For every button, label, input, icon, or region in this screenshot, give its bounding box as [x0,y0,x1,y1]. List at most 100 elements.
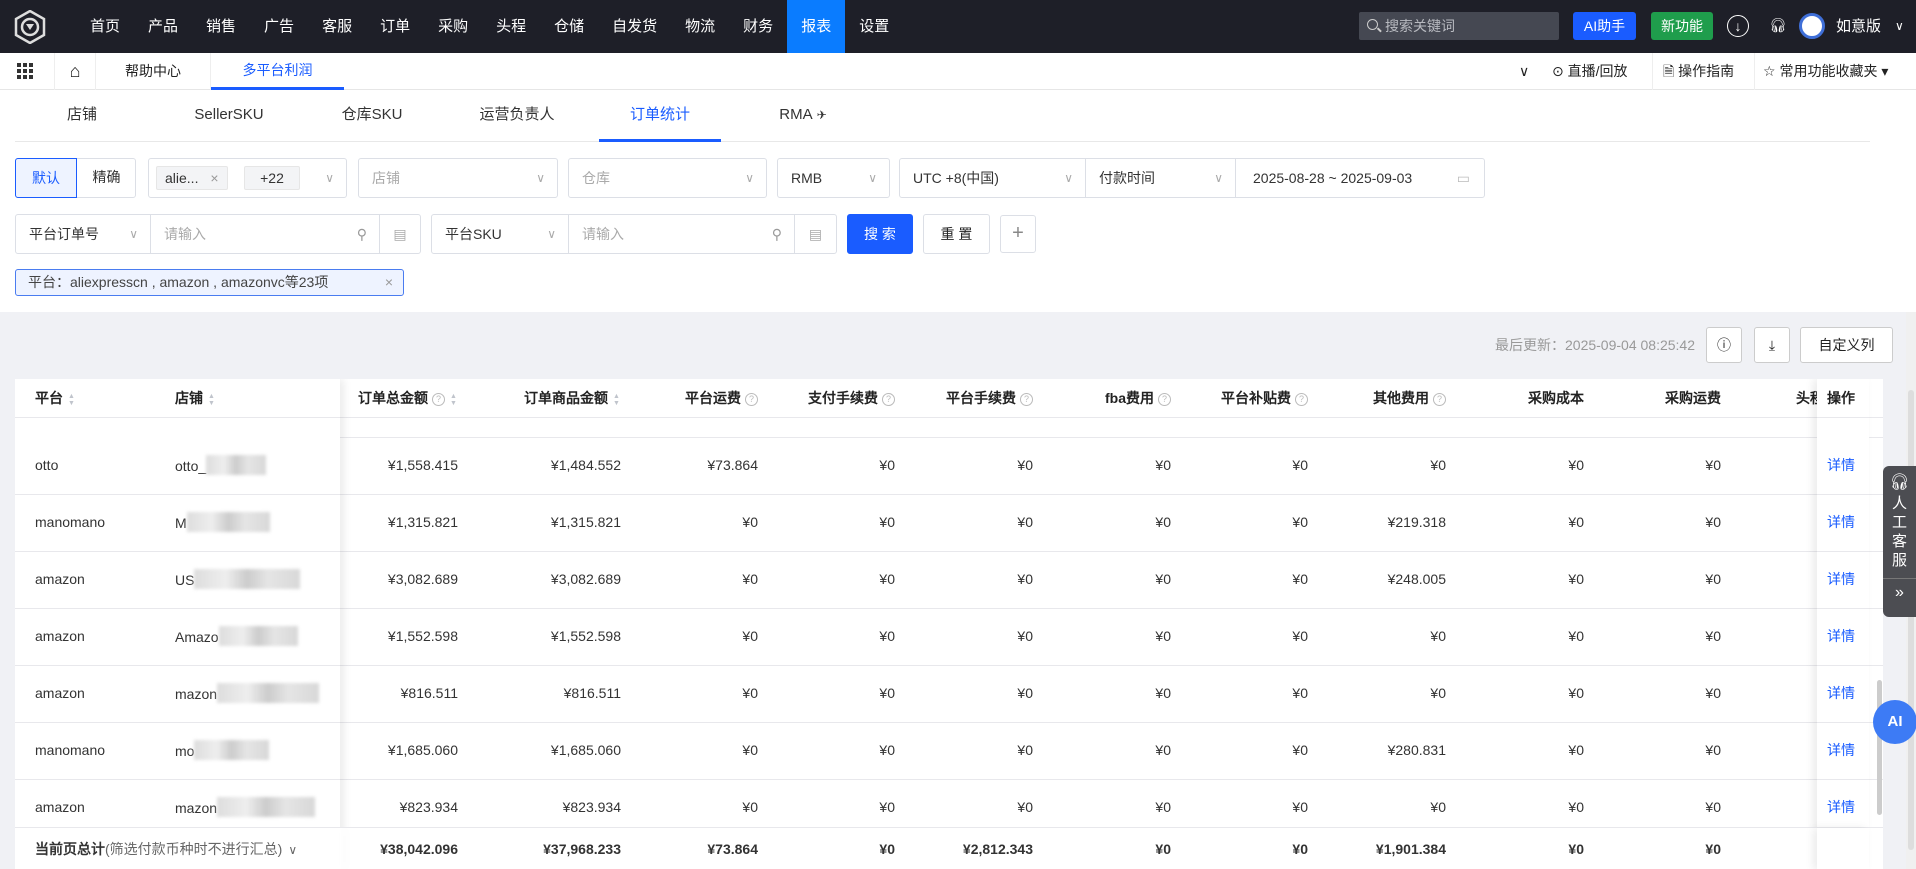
help-icon[interactable]: ? [1295,393,1308,406]
live-replay-link[interactable]: ⊙ 直播/回放 [1552,53,1628,90]
help-icon[interactable]: ? [1433,393,1446,406]
tab-help-center[interactable]: 帮助中心 [96,53,211,90]
customer-service-panel[interactable]: 🎧︎ 人工客服 » [1883,466,1916,617]
sort-icon[interactable]: ▲ ▼ [68,393,76,407]
total-label[interactable]: 当前页总计(筛选付款币种时不进行汇总) ∨ [35,839,297,860]
subtab-item[interactable]: SellerSKU [168,90,290,142]
nav-item[interactable]: 仓储 [540,0,598,53]
new-features-button[interactable]: 新功能 [1651,12,1713,40]
subtab-item[interactable]: RMA ✈ [742,90,864,142]
reset-button[interactable]: 重 置 [923,214,990,254]
favorites-link[interactable]: ☆ 常用功能收藏夹 ▾ [1754,53,1888,90]
detail-link[interactable]: 详情 [1827,797,1855,817]
subtab-item[interactable]: 店铺 [21,90,143,142]
ai-float-button[interactable]: AI [1873,700,1916,744]
ai-assistant-button[interactable]: AI助手 [1573,12,1636,40]
headset-icon[interactable]: 🎧︎ [1767,15,1789,37]
detail-link[interactable]: 详情 [1827,455,1855,475]
value-cell: ¥1,552.598 [387,628,458,644]
info-icon[interactable]: ⓘ [1706,327,1742,363]
order-no-type-select[interactable]: 平台订单号 [15,214,151,254]
column-header[interactable]: 店铺 ▲ ▼ [175,379,216,417]
sku-input[interactable]: 请输入 ⚲ [568,214,795,254]
value-cell: ¥0 [879,457,895,473]
subtab-item[interactable]: 订单统计 [599,90,721,142]
chevron-down-icon [1214,159,1223,197]
nav-item[interactable]: 采购 [424,0,482,53]
time-type-select[interactable]: 付款时间 [1085,158,1236,198]
detail-link[interactable]: 详情 [1827,512,1855,532]
tab-multi-platform-profit[interactable]: 多平台利润 [211,53,344,90]
sku-type-select[interactable]: 平台SKU [431,214,569,254]
avatar[interactable] [1799,13,1825,39]
close-icon[interactable]: × [385,270,393,295]
mode-exact-button[interactable]: 精确 [77,158,136,198]
divider [1817,494,1869,495]
batch-input-icon[interactable]: ▤ [379,214,421,254]
nav-item[interactable]: 设置 [845,0,903,53]
store-select[interactable]: 店铺 [358,158,558,198]
app-logo[interactable] [14,10,46,44]
sort-icon[interactable]: ▲ ▼ [208,393,216,407]
detail-link[interactable]: 详情 [1827,740,1855,760]
column-header[interactable]: 订单商品金额 ▲ ▼ [524,379,621,417]
nav-item[interactable]: 报表 [787,0,846,53]
nav-item[interactable]: 广告 [250,0,308,53]
page-scrollbar-thumb[interactable] [1908,390,1914,850]
user-name[interactable]: 如意版 [1836,0,1881,53]
store-name: Amazo [175,629,219,645]
order-no-input[interactable]: 请输入 ⚲ [150,214,380,254]
custom-columns-button[interactable]: 自定义列 [1800,327,1893,363]
nav-item[interactable]: 客服 [308,0,366,53]
nav-item[interactable]: 产品 [134,0,192,53]
nav-item[interactable]: 财务 [729,0,787,53]
warehouse-select[interactable]: 仓库 [568,158,767,198]
detail-link[interactable]: 详情 [1827,626,1855,646]
date-range-picker[interactable]: 2025-08-28 ~ 2025-09-03 ▭ [1235,158,1485,198]
sort-icon[interactable]: ▲ ▼ [450,393,458,407]
column-header[interactable]: 订单总金额? ▲ ▼ [358,379,458,417]
tabs-dropdown-icon[interactable]: ∨ [1519,53,1529,90]
global-search-input[interactable]: 搜索关键词 [1359,12,1559,40]
nav-item[interactable]: 订单 [366,0,424,53]
nav-item[interactable]: 销售 [192,0,250,53]
platform-select[interactable]: alie... × +22 [148,158,347,198]
help-icon[interactable]: ? [1020,393,1033,406]
home-icon[interactable]: ⌂ [54,53,96,90]
help-icon[interactable]: ? [745,393,758,406]
favorites-label: 常用功能收藏夹 [1779,63,1878,79]
apps-grid-icon[interactable] [17,63,33,79]
sort-icon[interactable]: ▲ ▼ [613,393,621,407]
mode-default-button[interactable]: 默认 [15,158,77,198]
detail-link[interactable]: 详情 [1827,569,1855,589]
batch-input-icon[interactable]: ▤ [794,214,837,254]
subtab-item[interactable]: 运营负责人 [456,90,578,142]
search-button[interactable]: 搜 索 [847,214,913,254]
download-icon[interactable]: ↓ [1727,15,1749,37]
guide-link[interactable]: 🗎︎ 操作指南 [1652,53,1734,90]
nav-item[interactable]: 自发货 [598,0,671,53]
timezone-select[interactable]: UTC +8(中国) [899,158,1086,198]
help-icon[interactable]: ? [432,393,445,406]
nav-item[interactable]: 物流 [671,0,729,53]
help-icon[interactable]: ? [882,393,895,406]
table-scrollbar[interactable] [1877,680,1882,815]
help-icon[interactable]: ? [1158,393,1171,406]
pin-icon[interactable]: ✈ [817,108,827,122]
close-icon[interactable]: × [210,170,218,186]
subtab-item[interactable]: 仓库SKU [311,90,433,142]
add-filter-button[interactable]: + [1000,215,1036,253]
nav-item[interactable]: 首页 [76,0,134,53]
export-download-icon[interactable]: ⤓ [1754,327,1790,363]
collapse-icon[interactable]: » [1883,578,1916,607]
search-icon[interactable]: ⚲ [772,215,782,253]
chevron-down-icon[interactable]: ∨ [288,843,297,857]
column-header[interactable]: 平台 ▲ ▼ [35,379,76,417]
chevron-down-icon[interactable]: ∨ [1895,0,1904,53]
value-cell: ¥0 [1292,742,1308,758]
order-no-placeholder: 请输入 [164,226,206,242]
nav-item[interactable]: 头程 [482,0,540,53]
search-icon[interactable]: ⚲ [357,215,367,253]
detail-link[interactable]: 详情 [1827,683,1855,703]
currency-select[interactable]: RMB [777,158,890,198]
